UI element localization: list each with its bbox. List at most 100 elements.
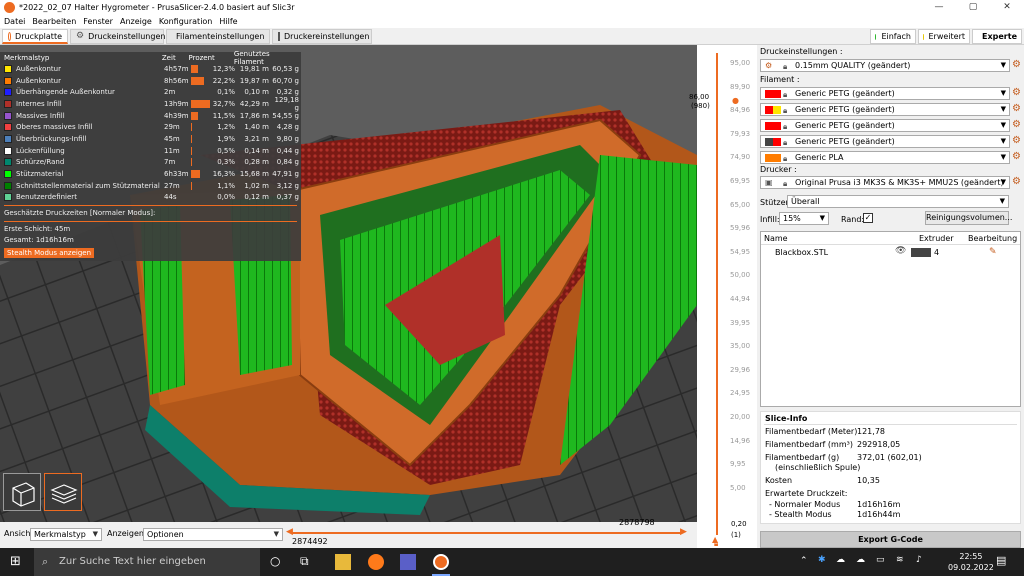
legend-row[interactable]: Benutzerdefiniert 44s 0,0% 0,12 m 0,37 g (0, 192, 301, 204)
green-dot-icon (875, 33, 877, 40)
filament-select[interactable]: 🔒︎ Generic PETG (geändert) ▼ (760, 87, 1010, 100)
filament-select[interactable]: 🔒︎ Generic PETG (geändert) ▼ (760, 103, 1010, 116)
chevron-down-icon: ▼ (1000, 121, 1006, 129)
eye-icon[interactable]: 👁︎ (895, 246, 906, 256)
slider-right-arrow-icon[interactable]: ▶ (680, 527, 687, 537)
legend-row[interactable]: Außenkontur 8h56m 22,2% 19,87 m 60,70 g (0, 75, 301, 87)
legend-feature-name: Benutzerdefiniert (16, 193, 77, 202)
legend-row[interactable]: Überhängende Außenkontur 2m 0,1% 0,10 m 0,32… (0, 86, 301, 98)
file-explorer-icon[interactable] (335, 554, 351, 570)
cortana-icon[interactable]: ○ (270, 554, 286, 570)
filament-select[interactable]: 🔒︎ Generic PLA ▼ (760, 151, 1010, 164)
legend-row[interactable]: Lückenfüllung 11m 0,5% 0,14 m 0,44 g (0, 145, 301, 157)
legend-feature-time: 27m (164, 181, 180, 190)
mode-einfach-button[interactable]: Einfach (870, 29, 916, 44)
menu-fenster[interactable]: Fenster (83, 17, 113, 26)
firefox-icon[interactable] (368, 554, 384, 570)
filament-select[interactable]: 🔒︎ Generic PETG (geändert) ▼ (760, 119, 1010, 132)
mode-label: Erweitert (928, 32, 965, 41)
layers-view-icon[interactable] (44, 473, 82, 511)
mode-erweitert-button[interactable]: Erweitert (918, 29, 970, 44)
show-stealth-mode-button[interactable]: Stealth Modus anzeigen (4, 248, 95, 259)
legend-row[interactable]: Außenkontur 4h57m 12,3% 19,81 m 60,53 g (0, 63, 301, 75)
bluetooth-icon[interactable]: ✱ (818, 555, 826, 565)
legend-row[interactable]: Oberes massives Infill 29m 1,2% 1,40 m 4,28 … (0, 121, 301, 133)
slice-info-panel: Slice-Info Filamentbedarf (Meter) 121,78 F… (760, 411, 1021, 524)
purge-volumes-button[interactable]: Reinigungsvolumen... (925, 211, 1012, 225)
filament-color-swatch[interactable] (765, 106, 773, 114)
filament-select[interactable]: 🔒︎ Generic PETG (geändert) ▼ (760, 135, 1010, 148)
print-profile-select[interactable]: ⚙ 🔒︎ 0.15mm QUALITY (geändert) ▼ (760, 59, 1010, 72)
infill-select[interactable]: 15% ▼ (779, 212, 829, 225)
tab-filamenteinstellungen[interactable]: Filamenteinstellungen (166, 29, 270, 44)
wifi-icon[interactable]: ≋ (896, 555, 904, 565)
edit-filament-profile-icon[interactable]: ⚙ (1012, 119, 1021, 130)
extruder-color-swatch (911, 248, 931, 257)
menu-bearbeiten[interactable]: Bearbeiten (32, 17, 76, 26)
gear-icon: ⚙ (76, 31, 85, 41)
system-clock[interactable]: 22:55 09.02.2022 (948, 551, 994, 573)
mode-experte-button[interactable]: Experte (972, 29, 1022, 44)
legend-row[interactable]: Internes Infill 13h9m 32,7% 42,29 m 129,18 g (0, 96, 301, 112)
3d-view-cube-icon[interactable] (3, 473, 41, 511)
print-settings-label: Druckeinstellungen : (760, 47, 843, 56)
onedrive-business-icon[interactable]: ☁ (856, 555, 865, 565)
close-button[interactable]: ✕ (990, 0, 1024, 15)
legend-row[interactable]: Schürze/Rand 7m 0,3% 0,28 m 0,84 g (0, 157, 301, 169)
filament-color-swatch[interactable] (765, 90, 773, 98)
3d-preview-viewport[interactable]: Merkmalstyp Zeit Prozent Genutztes Filam… (0, 45, 697, 522)
legend-row[interactable]: Schnittstellenmaterial zum Stützmaterial… (0, 180, 301, 192)
task-view-icon[interactable]: ⧉ (300, 554, 316, 570)
legend-row[interactable]: Stützmaterial 6h33m 16,3% 15,68 m 47,91 g (0, 168, 301, 180)
windows-start-icon[interactable]: ⊞ (10, 554, 21, 569)
menu-hilfe[interactable]: Hilfe (219, 17, 237, 26)
teams-icon[interactable] (400, 554, 416, 570)
object-row[interactable]: Blackbox.STL 👁︎ 4 ✎ (761, 246, 1020, 259)
minimize-button[interactable]: — (922, 0, 956, 15)
edit-filament-profile-icon[interactable]: ⚙ (1012, 151, 1021, 162)
edit-filament-profile-icon[interactable]: ⚙ (1012, 103, 1021, 114)
filament-color-swatch[interactable] (765, 138, 773, 146)
tab-druckereinstellungen[interactable]: Druckereinstellungen (272, 29, 372, 44)
vertical-layer-slider[interactable]: 95,00 89,90 84,96 79,93 74,90 69,95 65,00 59,96… (689, 45, 757, 548)
menu-anzeige[interactable]: Anzeige (120, 17, 152, 26)
legend-row[interactable]: Überbrückungs-Infill 45m 1,9% 3,21 m 9,80 g (0, 133, 301, 145)
extruder-number[interactable]: 4 (934, 248, 939, 257)
legend-row[interactable]: Massives Infill 4h39m 11,5% 17,86 m 54,55 g (0, 110, 301, 122)
onedrive-icon[interactable]: ☁ (836, 555, 845, 565)
tab-druckeinstellungen[interactable]: ⚙ Druckeinstellungen (70, 29, 165, 44)
legend-percent: 12,3% (212, 64, 235, 73)
edit-printer-profile-icon[interactable]: ⚙ (1012, 176, 1021, 187)
legend-panel: Merkmalstyp Zeit Prozent Genutztes Filam… (0, 50, 301, 262)
slice-info-title: Slice-Info (765, 414, 808, 423)
supports-select[interactable]: Überall ▼ (787, 195, 1009, 208)
edit-icon[interactable]: ✎ (989, 247, 997, 257)
menu-konfiguration[interactable]: Konfiguration (159, 17, 213, 26)
clock-date: 09.02.2022 (948, 563, 994, 572)
maximize-button[interactable]: ▢ (956, 0, 990, 15)
layer-slider-track[interactable] (716, 53, 718, 535)
view-type-select[interactable]: Merkmalstyp ▼ (30, 528, 102, 541)
tab-druckplatte[interactable]: Druckplatte (2, 29, 68, 44)
horizontal-move-slider[interactable] (292, 532, 682, 534)
printer-profile-select[interactable]: ▣ 🔒︎ Original Prusa i3 MK3S & MK3S+ MMU2… (760, 176, 1010, 189)
edit-filament-profile-icon[interactable]: ⚙ (1012, 135, 1021, 146)
taskbar-search-box[interactable]: ⌕ Zur Suche Text hier eingeben (34, 548, 260, 576)
notification-center-icon[interactable]: ▤ (996, 554, 1006, 567)
filament-color-swatch[interactable] (765, 154, 773, 162)
upper-thumb-icon[interactable]: ● (732, 96, 739, 105)
menu-datei[interactable]: Datei (4, 17, 25, 26)
prusaslicer-taskbar-icon[interactable] (433, 554, 449, 570)
show-options-select[interactable]: Optionen ▼ (143, 528, 283, 541)
filament-value: Generic PETG (geändert) (795, 89, 895, 98)
export-gcode-button[interactable]: Export G-Code (760, 531, 1021, 548)
edit-print-profile-icon[interactable]: ⚙ (1012, 59, 1021, 70)
edit-filament-profile-icon[interactable]: ⚙ (1012, 87, 1021, 98)
volume-icon[interactable]: ♪ (916, 555, 922, 565)
filament-color-swatch[interactable] (765, 122, 773, 130)
legend-feature-name: Lückenfüllung (16, 146, 65, 155)
tray-chevron-icon[interactable]: ⌃ (800, 556, 808, 566)
legend-percent-bar (191, 123, 212, 132)
brim-checkbox[interactable]: ✓ (863, 213, 873, 223)
network-icon[interactable]: ▭ (876, 555, 885, 565)
